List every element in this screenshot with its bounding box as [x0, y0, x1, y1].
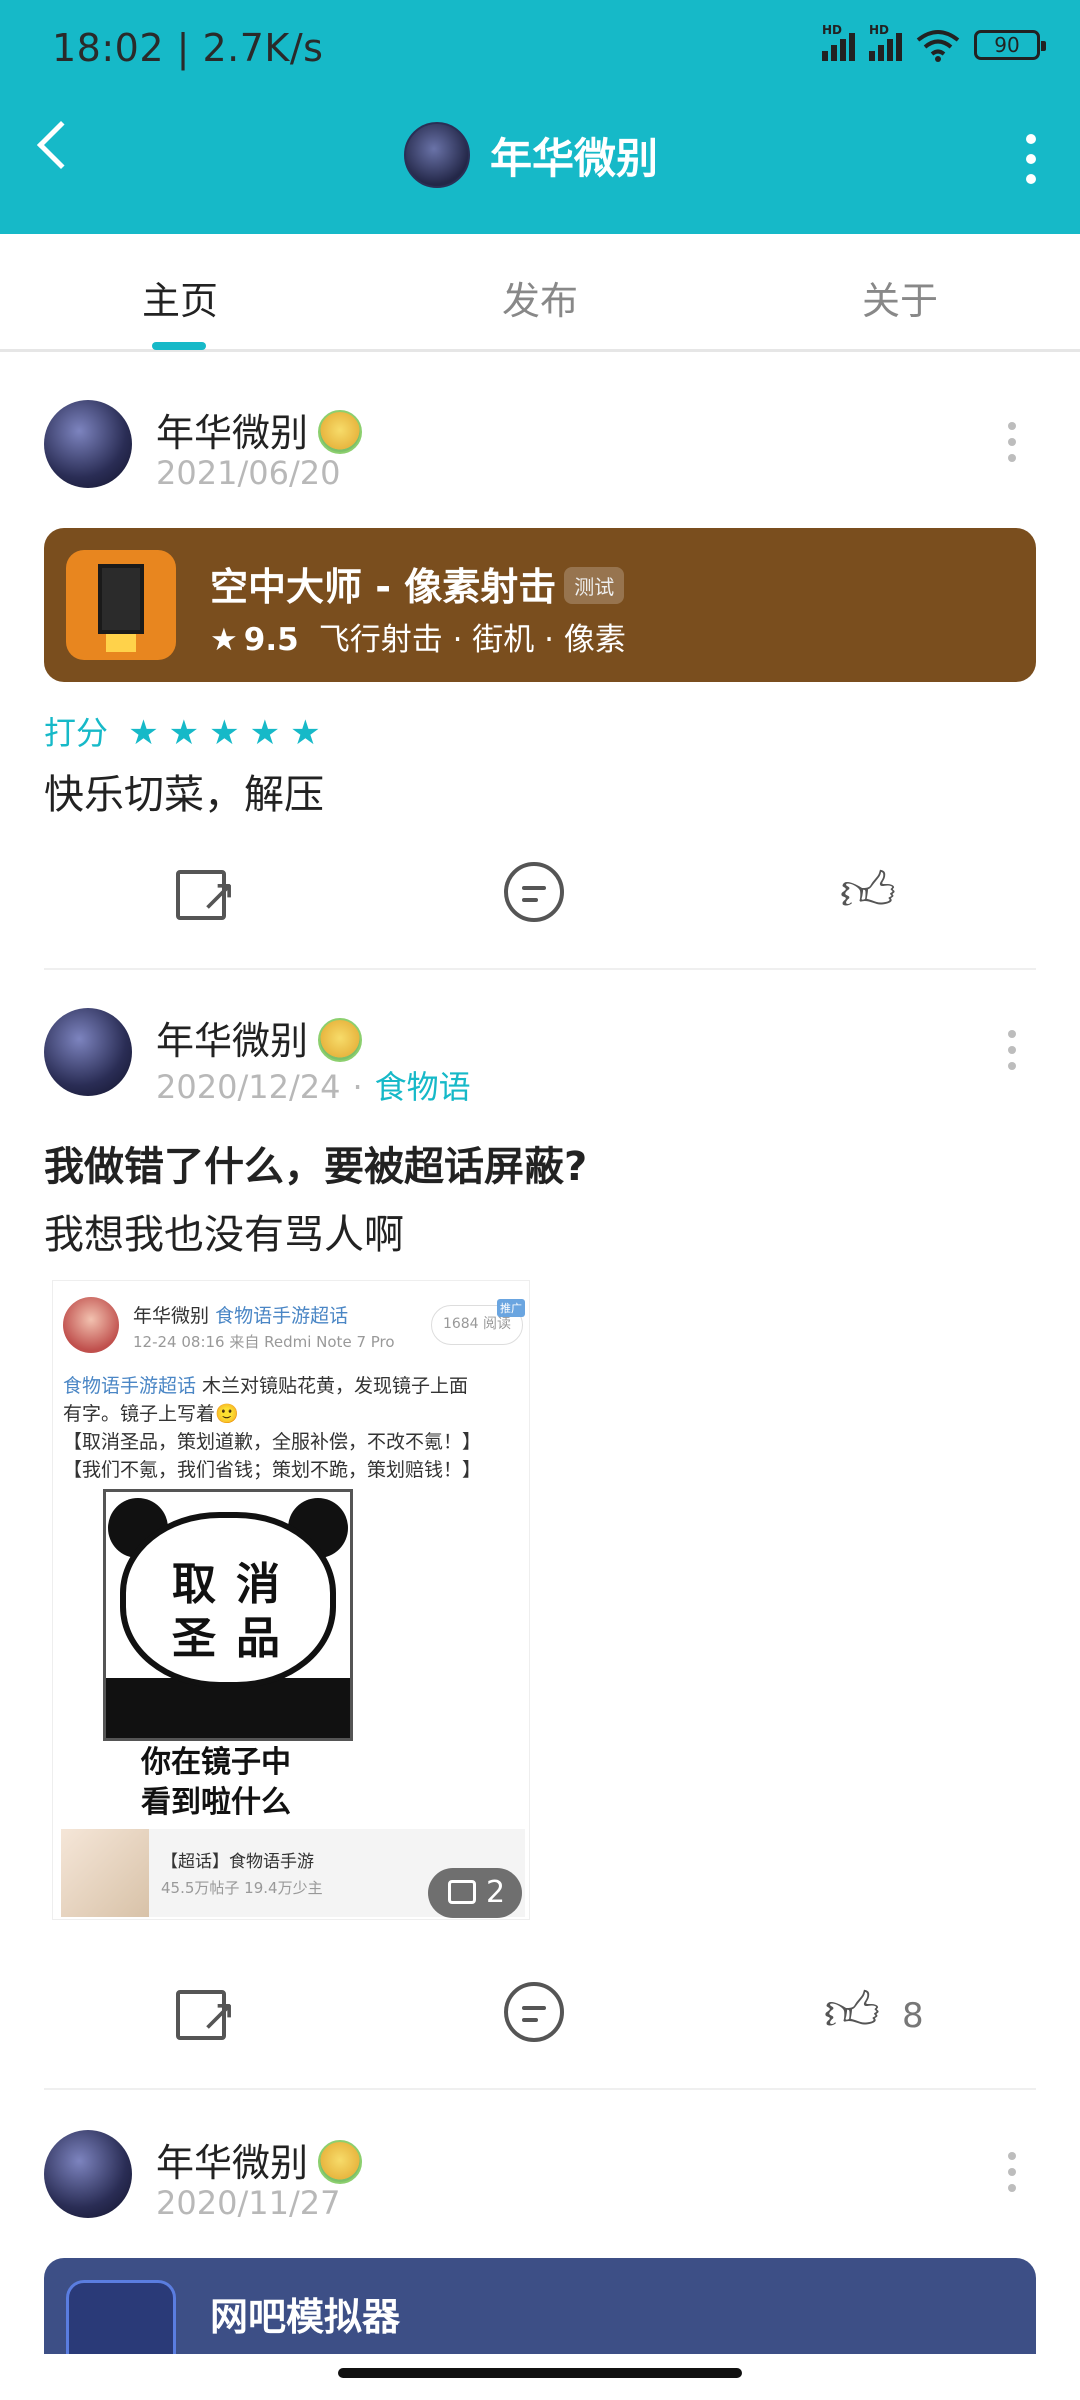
image-icon — [448, 1880, 476, 1904]
rating-label: 打分 — [44, 714, 109, 752]
post-more-icon[interactable] — [1008, 1030, 1016, 1070]
like-icon[interactable]: 👍︎ — [822, 1982, 882, 2042]
wifi-icon — [916, 30, 960, 62]
ad-badge: 推广 — [497, 1299, 525, 1317]
screenshot-author: 年华微别 食物语手游超话 — [133, 1305, 349, 1327]
page-title: 年华微别 — [490, 133, 659, 183]
like-icon[interactable]: 👍︎ — [838, 862, 898, 922]
author-name[interactable]: 年华微别 — [156, 402, 363, 457]
game-title: 网吧模拟器 — [210, 2295, 401, 2339]
game-info: ★ 9.5 飞行射击 · 街机 · 像素 — [210, 614, 626, 659]
post-date: 2020/11/27 — [156, 2184, 341, 2222]
tab-indicator — [152, 342, 206, 350]
game-score: 9.5 — [243, 622, 299, 658]
share-icon[interactable]: ↗ — [176, 870, 237, 921]
game-card[interactable]: 空中大师 - 像素射击 测试 ★ 9.5 飞行射击 · 街机 · 像素 — [44, 528, 1036, 682]
avatar — [63, 1297, 119, 1353]
avatar[interactable] — [44, 2130, 132, 2218]
author-name[interactable]: 年华微别 — [156, 1010, 363, 1065]
post-body: 我想我也没有骂人啊 — [44, 1212, 404, 1258]
post-more-icon[interactable] — [1008, 2152, 1016, 2192]
battery-icon: 90 — [974, 30, 1046, 60]
author-name[interactable]: 年华微别 — [156, 2132, 363, 2187]
signal-icon: HD — [822, 23, 855, 61]
badge-icon — [318, 2140, 363, 2184]
game-title: 空中大师 - 像素射击 测试 — [210, 556, 625, 611]
tab-home[interactable]: 主页 — [142, 270, 218, 325]
post-actions: ↗ 👍︎ 8 — [0, 1968, 1080, 2058]
star-icon: ★ — [128, 713, 159, 753]
divider — [44, 2088, 1036, 2090]
post-date: 2021/06/20 — [156, 454, 341, 492]
like-count: 8 — [902, 1996, 924, 2036]
screenshot-text: 食物语手游超话 木兰对镜贴花黄，发现镜子上面 — [63, 1375, 469, 1397]
divider — [44, 968, 1036, 970]
more-menu-icon[interactable] — [1026, 134, 1036, 184]
post-actions: ↗ 👍︎ — [0, 848, 1080, 938]
header-avatar — [404, 122, 470, 188]
tab-publish[interactable]: 发布 — [502, 270, 578, 325]
screenshot-text: 有字。镜子上写着🙂 — [63, 1403, 239, 1425]
screenshot-text: 【我们不氪，我们省钱；策划不跪，策划赔钱！】 — [63, 1459, 482, 1481]
badge-icon — [318, 410, 363, 454]
tab-bar: 主页 发布 关于 — [0, 234, 1080, 352]
back-arrow-icon[interactable] — [36, 120, 86, 170]
panda-meme: 取消 圣品 — [103, 1489, 353, 1741]
star-icon: ★ — [168, 713, 200, 753]
topic-image — [61, 1829, 149, 1917]
game-genres: 飞行射击 · 街机 · 像素 — [318, 622, 626, 658]
avatar[interactable] — [44, 400, 132, 488]
topic-link[interactable]: 食物语 — [375, 1068, 471, 1106]
top-app-bar: 18:02 | 2.7K/s HD HD 90 年华微别 — [0, 0, 1080, 234]
meme-caption: 你在镜子中 看到啦什么 — [141, 1745, 291, 1820]
badge-icon — [318, 1018, 363, 1062]
star-icon: ★ — [210, 622, 238, 658]
screenshot-time: 12-24 08:16 来自 Redmi Note 7 Pro — [133, 1333, 395, 1351]
comment-icon[interactable] — [504, 1982, 564, 2042]
share-icon[interactable]: ↗ — [176, 1990, 237, 2041]
game-icon — [66, 550, 176, 660]
image-count-badge[interactable]: 2 — [428, 1868, 522, 1918]
star-icon: ★ — [249, 713, 281, 753]
header-title-group: 年华微别 — [404, 122, 658, 188]
status-time-speed: 18:02 | 2.7K/s — [52, 26, 324, 70]
rating-row: 打分 ★ ★ ★ ★ ★ — [44, 708, 321, 754]
home-indicator[interactable] — [338, 2368, 742, 2378]
post-more-icon[interactable] — [1008, 422, 1016, 462]
screenshot-text: 【取消圣品，策划道歉，全服补偿，不改不氪！】 — [63, 1431, 482, 1453]
post-title: 我做错了什么，要被超话屏蔽? — [44, 1144, 588, 1190]
star-icon: ★ — [290, 713, 321, 753]
comment-icon[interactable] — [504, 862, 564, 922]
avatar[interactable] — [44, 1008, 132, 1096]
signal-icon: HD — [869, 23, 902, 61]
tab-about[interactable]: 关于 — [862, 270, 938, 325]
game-tag: 测试 — [564, 567, 625, 604]
post-image[interactable]: 年华微别 食物语手游超话 12-24 08:16 来自 Redmi Note 7… — [52, 1280, 530, 1920]
post-meta: 2020/12/24 · 食物语 — [156, 1068, 471, 1106]
status-icons: HD HD 90 — [822, 23, 1046, 62]
post-body: 快乐切菜，解压 — [44, 772, 324, 818]
star-icon: ★ — [209, 713, 240, 753]
